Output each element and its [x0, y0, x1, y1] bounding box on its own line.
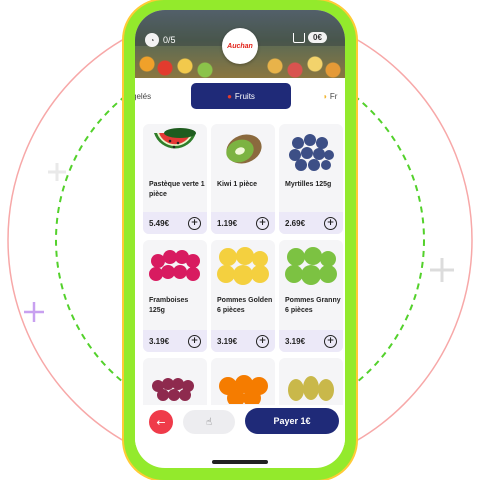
- golden-apples-image: [211, 240, 275, 292]
- product-card[interactable]: Framboises 125g 3.19€ +: [143, 240, 207, 352]
- oranges-image: [211, 358, 275, 410]
- product-price: 3.19€: [285, 336, 306, 346]
- tab-fruits[interactable]: ● Fruits: [191, 83, 291, 109]
- apple-icon: ●: [227, 91, 232, 101]
- pay-button[interactable]: Payer 1€: [245, 408, 339, 434]
- product-card[interactable]: Kiwi 1 pièce 1.19€ +: [211, 124, 275, 234]
- product-name: Myrtilles 125g: [285, 181, 332, 188]
- watermelon-image: [143, 124, 207, 176]
- product-price: 3.19€: [217, 336, 238, 346]
- product-card[interactable]: Pastèque verte 1 pièce 5.49€ +: [143, 124, 207, 234]
- basket-icon: ◔: [145, 33, 159, 47]
- category-tabs: gelés ● Fruits ◗ Fr: [135, 82, 345, 112]
- arrow-left-icon: ←: [156, 415, 166, 429]
- cart-icon: [293, 32, 305, 43]
- product-name: Pommes Granny 6 pièces: [285, 297, 341, 314]
- product-price: 2.69€: [285, 218, 306, 228]
- blueberries-image: [279, 124, 343, 176]
- product-name: Pommes Golden 6 pièces: [217, 297, 273, 314]
- hand-pointer-icon: ☝: [205, 416, 213, 428]
- counter-text: 0/5: [163, 35, 176, 45]
- product-price: 1.19€: [217, 218, 238, 228]
- add-to-cart-button[interactable]: +: [256, 216, 269, 230]
- app-screen: ◔ 0/5 Auchan 0€ gelés ● Fruits ◗ Fr: [135, 10, 345, 468]
- fruit-icon: ◗: [323, 92, 328, 101]
- store-logo-text: Auchan: [227, 42, 253, 50]
- phone-frame: ◔ 0/5 Auchan 0€ gelés ● Fruits ◗ Fr: [124, 0, 356, 480]
- add-to-cart-button[interactable]: +: [324, 216, 337, 230]
- items-counter: ◔ 0/5: [145, 32, 176, 48]
- product-name: Pastèque verte 1 pièce: [149, 181, 205, 198]
- product-card[interactable]: Myrtilles 125g 2.69€ +: [279, 124, 343, 234]
- product-card[interactable]: Pommes Golden 6 pièces 3.19€ +: [211, 240, 275, 352]
- plus-sparkle-icon: [430, 258, 454, 282]
- pears-image: [279, 358, 343, 410]
- cart-summary[interactable]: 0€: [293, 32, 327, 43]
- back-button[interactable]: ←: [149, 410, 173, 434]
- add-to-cart-button[interactable]: +: [256, 334, 269, 348]
- plus-sparkle-icon: [48, 163, 66, 181]
- bottom-action-bar: ← ☝ Payer 1€: [135, 405, 345, 445]
- tab-surgeles[interactable]: gelés: [135, 92, 151, 101]
- cart-amount: 0€: [308, 32, 327, 43]
- raspberries-image: [143, 240, 207, 292]
- add-to-cart-button[interactable]: +: [324, 334, 337, 348]
- grapes-image: [143, 358, 207, 410]
- product-card[interactable]: Pommes Granny 6 pièces 3.19€ +: [279, 240, 343, 352]
- tab-next-category[interactable]: ◗ Fr: [323, 92, 337, 101]
- plus-sparkle-icon: [24, 302, 44, 322]
- product-price: 5.49€: [149, 218, 170, 228]
- granny-apples-image: [279, 240, 343, 292]
- product-name: Kiwi 1 pièce: [217, 181, 258, 188]
- product-name: Framboises 125g: [149, 297, 189, 314]
- tap-button[interactable]: ☝: [183, 410, 235, 434]
- product-price: 3.19€: [149, 336, 170, 346]
- kiwi-image: [211, 124, 275, 176]
- add-to-cart-button[interactable]: +: [188, 334, 201, 348]
- home-indicator: [212, 460, 268, 464]
- store-logo[interactable]: Auchan: [222, 28, 258, 64]
- add-to-cart-button[interactable]: +: [188, 216, 201, 230]
